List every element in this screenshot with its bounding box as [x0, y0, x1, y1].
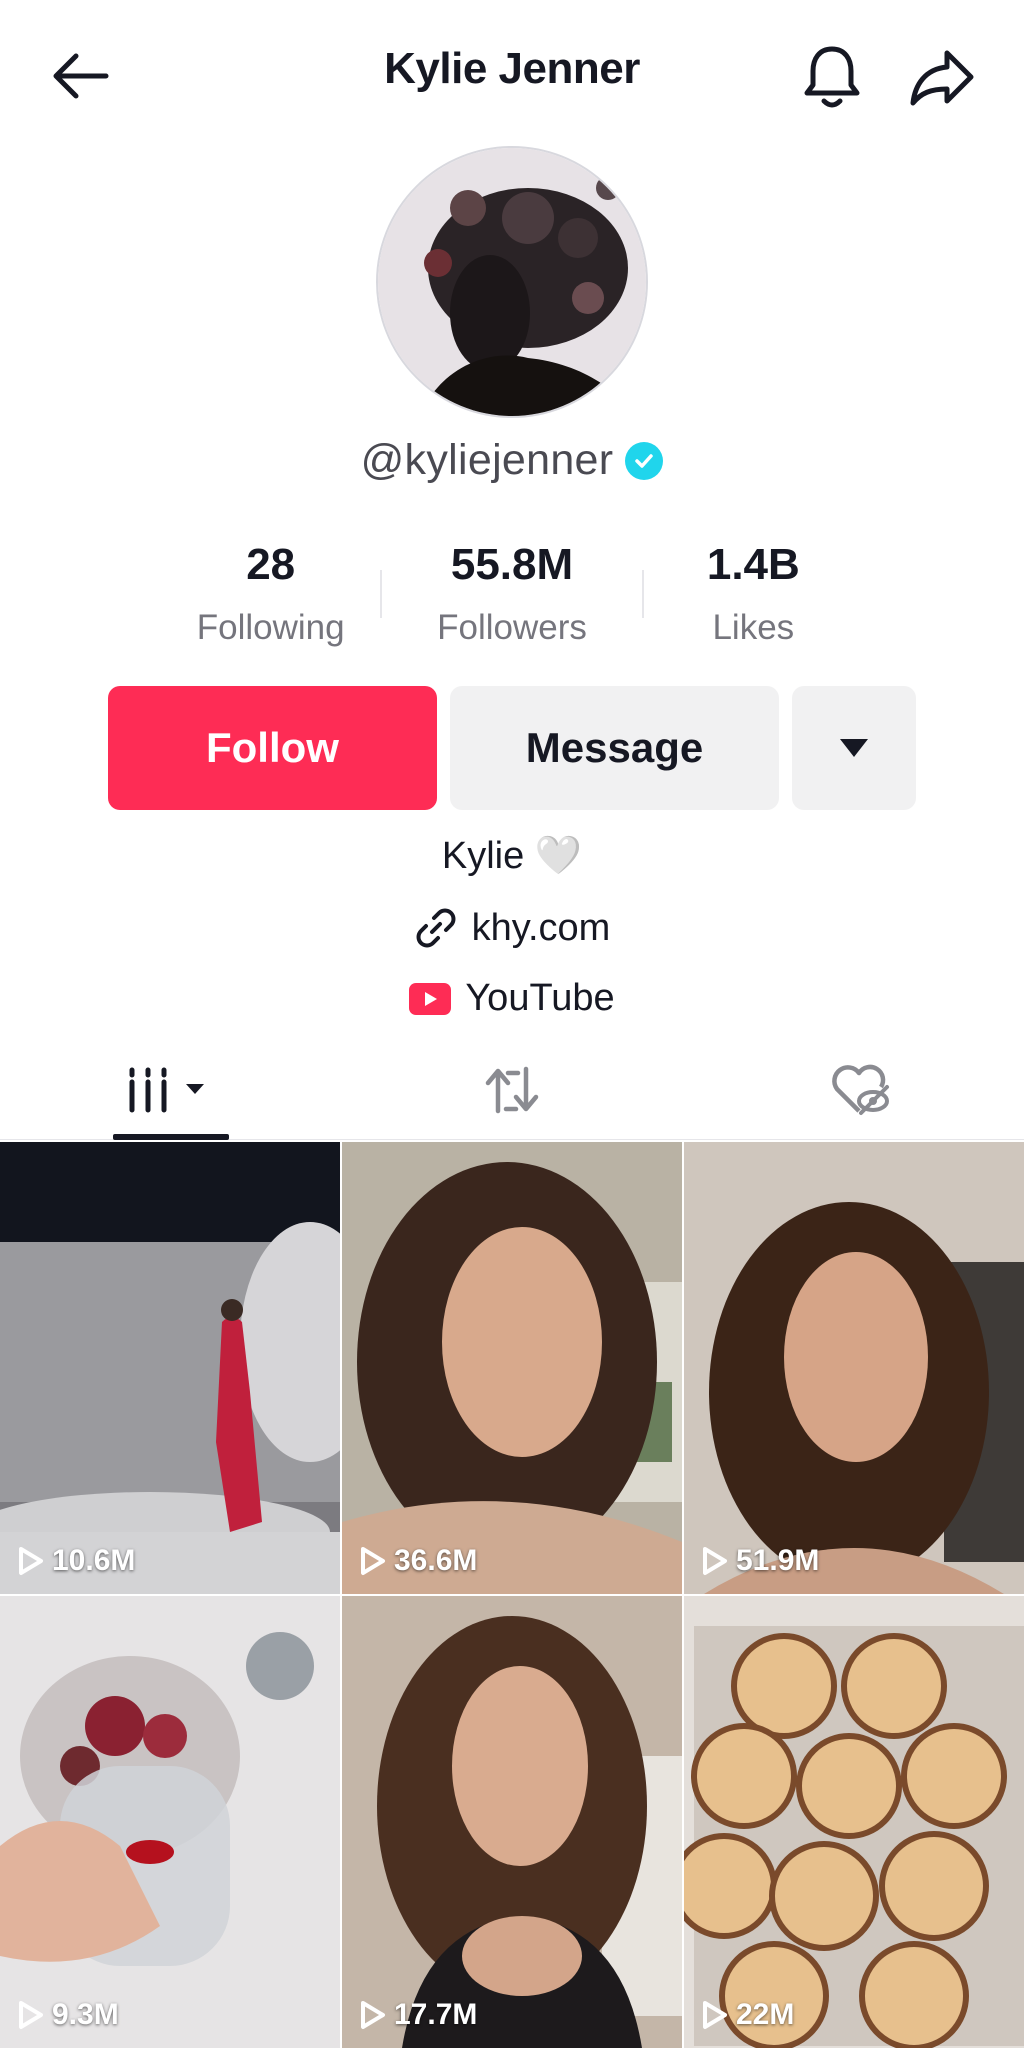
- view-count-text: 51.9M: [736, 1544, 820, 1577]
- thumbnail-image: [342, 1142, 682, 1594]
- profile-stats: 28 Following 55.8M Followers 1.4B Likes: [150, 540, 874, 650]
- play-icon: [19, 1547, 43, 1575]
- video-thumbnail[interactable]: 51.9M: [684, 1142, 1024, 1594]
- bio-link[interactable]: khy.com: [0, 906, 1024, 950]
- video-grid: 10.6M 36.6M 51.9M 9.3M 17.7M 22M: [0, 1142, 1024, 2048]
- stat-label: Following: [196, 608, 345, 647]
- youtube-link[interactable]: YouTube: [0, 977, 1024, 1020]
- caret-down-icon: [840, 739, 868, 757]
- tab-reposts[interactable]: [462, 1040, 562, 1140]
- video-thumbnail[interactable]: 9.3M: [0, 1596, 340, 2048]
- username: @kyliejenner: [360, 436, 614, 484]
- thumbnail-image: [342, 1596, 682, 2048]
- thumbnail-image: [684, 1596, 1024, 2048]
- thumbnail-image: [0, 1142, 340, 1594]
- play-icon: [361, 1547, 385, 1575]
- stat-value: 55.8M: [450, 540, 574, 589]
- share-button[interactable]: [902, 38, 982, 118]
- play-icon: [19, 2001, 43, 2029]
- play-icon: [703, 2001, 727, 2029]
- divider: [642, 570, 644, 618]
- notifications-button[interactable]: [792, 38, 872, 118]
- tab-videos[interactable]: [112, 1040, 230, 1140]
- link-text: khy.com: [471, 906, 611, 949]
- bio: Kylie 🤍: [441, 835, 583, 877]
- active-tab-indicator: [113, 1134, 229, 1140]
- youtube-label: YouTube: [465, 977, 615, 1019]
- view-count: 51.9M: [702, 1544, 819, 1578]
- stat-followers[interactable]: 55.8M Followers: [391, 540, 632, 650]
- play-icon: [361, 2001, 385, 2029]
- view-count-text: 17.7M: [394, 1998, 478, 2031]
- stat-label: Likes: [712, 608, 795, 647]
- video-thumbnail[interactable]: 22M: [684, 1596, 1024, 2048]
- message-button[interactable]: Message: [450, 686, 779, 810]
- liked-hidden-icon: [832, 1064, 889, 1115]
- content-tabs: [0, 1040, 1024, 1140]
- thumbnail-image: [684, 1142, 1024, 1594]
- share-arrow-icon: [910, 50, 974, 106]
- avatar-image: [378, 148, 646, 416]
- repost-icon: [485, 1066, 539, 1114]
- stat-likes[interactable]: 1.4B Likes: [633, 540, 874, 650]
- divider: [380, 570, 382, 618]
- view-count: 17.7M: [360, 1998, 477, 2032]
- thumbnail-image: [0, 1596, 340, 2048]
- view-count: 36.6M: [360, 1544, 477, 1578]
- link-icon: [416, 908, 456, 948]
- video-thumbnail[interactable]: 10.6M: [0, 1142, 340, 1594]
- view-count-text: 10.6M: [52, 1544, 136, 1577]
- stat-value: 28: [246, 540, 296, 589]
- avatar[interactable]: [376, 146, 648, 418]
- follow-button[interactable]: Follow: [108, 686, 437, 810]
- verified-badge-icon: [625, 441, 664, 480]
- top-bar: Kylie Jenner: [0, 0, 1024, 146]
- view-count: 22M: [702, 1998, 794, 2032]
- stat-label: Followers: [437, 608, 587, 647]
- view-count-text: 9.3M: [52, 1998, 119, 2031]
- view-count: 9.3M: [18, 1998, 119, 2032]
- stat-following[interactable]: 28 Following: [150, 540, 391, 650]
- video-thumbnail[interactable]: 17.7M: [342, 1596, 682, 2048]
- view-count: 10.6M: [18, 1544, 135, 1578]
- tab-liked[interactable]: [810, 1040, 910, 1140]
- username-row: @kyliejenner: [0, 436, 1024, 485]
- stat-value: 1.4B: [706, 540, 800, 589]
- youtube-icon: [409, 982, 452, 1015]
- videos-grid-icon: [129, 1067, 204, 1113]
- bell-icon: [804, 46, 860, 108]
- view-count-text: 22M: [736, 1998, 795, 2031]
- video-thumbnail[interactable]: 36.6M: [342, 1142, 682, 1594]
- play-icon: [703, 1547, 727, 1575]
- suggested-accounts-button[interactable]: [792, 686, 916, 810]
- view-count-text: 36.6M: [394, 1544, 478, 1577]
